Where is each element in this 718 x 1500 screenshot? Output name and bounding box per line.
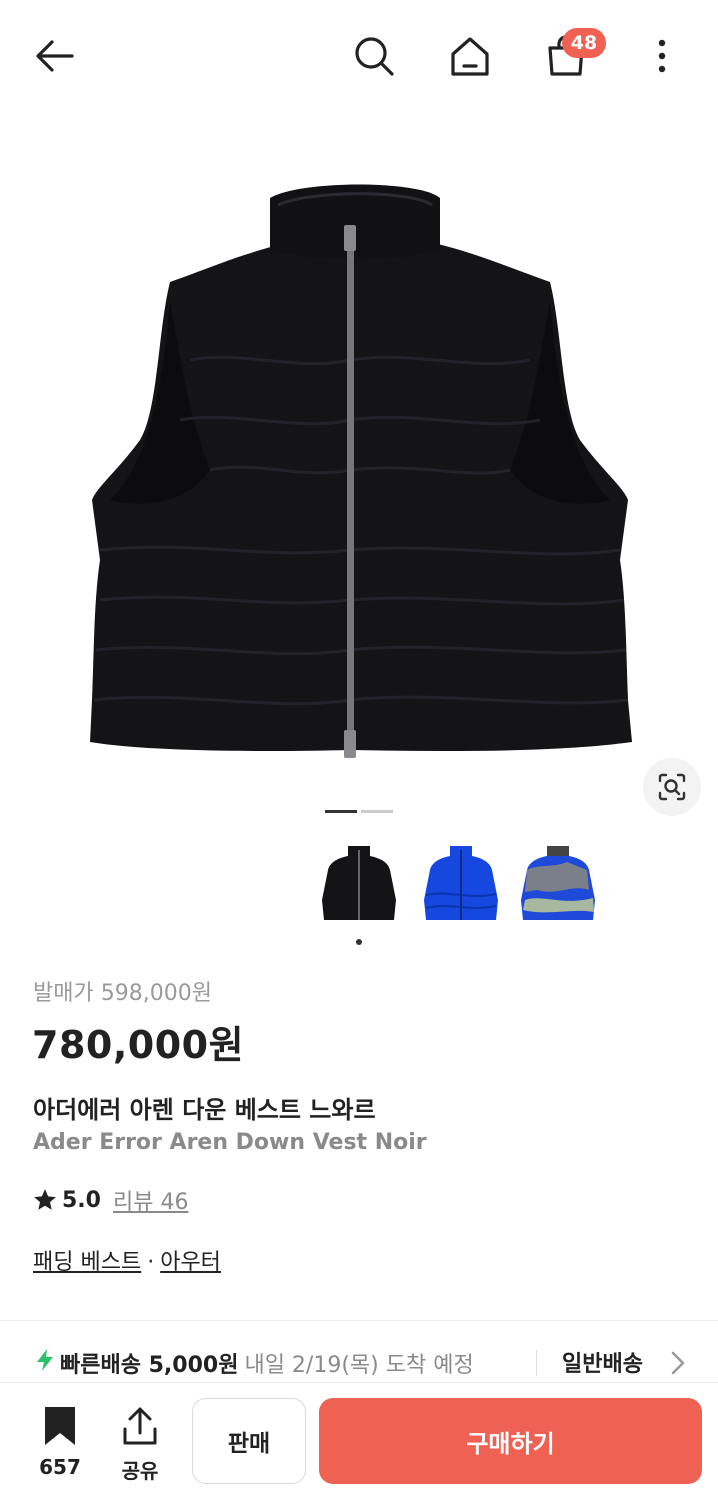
- search-button[interactable]: [348, 30, 400, 82]
- product-image: [90, 184, 632, 758]
- image-search-icon: [658, 773, 686, 801]
- product-price: 780,000원: [32, 1023, 245, 1067]
- home-icon: [451, 37, 489, 76]
- home-button[interactable]: [444, 30, 496, 82]
- share-icon: [123, 1407, 157, 1445]
- bookmark-icon: [45, 1407, 75, 1445]
- color-option-noir[interactable]: [318, 840, 400, 930]
- bookmark-count: 657: [39, 1455, 81, 1479]
- fast-delivery-label: 빠른배송 5,000원: [60, 1353, 239, 1378]
- gallery-page-indicator-active: [325, 810, 357, 813]
- image-search-button[interactable]: [643, 758, 701, 816]
- release-price: 발매가 598,000원: [33, 981, 212, 1006]
- color-option-multi[interactable]: [517, 840, 599, 930]
- share-label: 공유: [121, 1459, 159, 1483]
- search-icon: [355, 37, 394, 76]
- delivery-divider: [536, 1350, 537, 1376]
- star-icon: [34, 1189, 56, 1210]
- arrow-left-icon: [36, 40, 74, 72]
- rating-value: 5.0: [62, 1187, 101, 1213]
- selected-color-indicator: [356, 939, 362, 945]
- gallery-page-indicator: [361, 810, 393, 813]
- color-option-blue[interactable]: [420, 840, 502, 930]
- more-button[interactable]: [636, 30, 688, 82]
- category-link-padding-vest[interactable]: 패딩 베스트: [33, 1250, 141, 1275]
- top-app-bar: 48: [0, 0, 718, 112]
- product-name-english: Ader Error Aren Down Vest Noir: [33, 1130, 427, 1155]
- color-thumbnail-image: [521, 846, 595, 920]
- product-name-korean: 아더에러 아렌 다운 베스트 느와르: [33, 1096, 376, 1124]
- cart-count-badge: 48: [562, 28, 606, 58]
- buy-button[interactable]: 구매하기: [319, 1398, 702, 1484]
- bottom-action-bar: 657 공유 판매 구매하기: [0, 1382, 718, 1500]
- more-vertical-icon: [658, 39, 666, 73]
- color-thumbnail-image: [322, 846, 396, 920]
- product-image-gallery[interactable]: [0, 112, 718, 812]
- share-button[interactable]: 공유: [110, 1405, 170, 1484]
- normal-delivery-label: 일반배송: [562, 1352, 643, 1377]
- reviews-link[interactable]: 리뷰 46: [113, 1184, 188, 1216]
- back-button[interactable]: [28, 30, 80, 82]
- fast-delivery-eta: 내일 2/19(목) 도착 예정: [244, 1353, 474, 1378]
- lightning-icon: [34, 1348, 56, 1378]
- category-breadcrumb: 패딩 베스트 · 아우터: [33, 1244, 221, 1276]
- chevron-right-icon[interactable]: [668, 1350, 688, 1376]
- category-separator: ·: [147, 1250, 155, 1275]
- section-divider: [0, 1320, 718, 1321]
- color-thumbnail-image: [424, 846, 498, 920]
- rating-row: 5.0 리뷰 46: [32, 1184, 188, 1216]
- bookmark-button[interactable]: 657: [30, 1405, 90, 1479]
- delivery-options[interactable]: 빠른배송 5,000원 내일 2/19(목) 도착 예정 일반배송: [34, 1346, 718, 1380]
- sell-button[interactable]: 판매: [192, 1398, 306, 1484]
- category-link-outer[interactable]: 아우터: [160, 1250, 221, 1275]
